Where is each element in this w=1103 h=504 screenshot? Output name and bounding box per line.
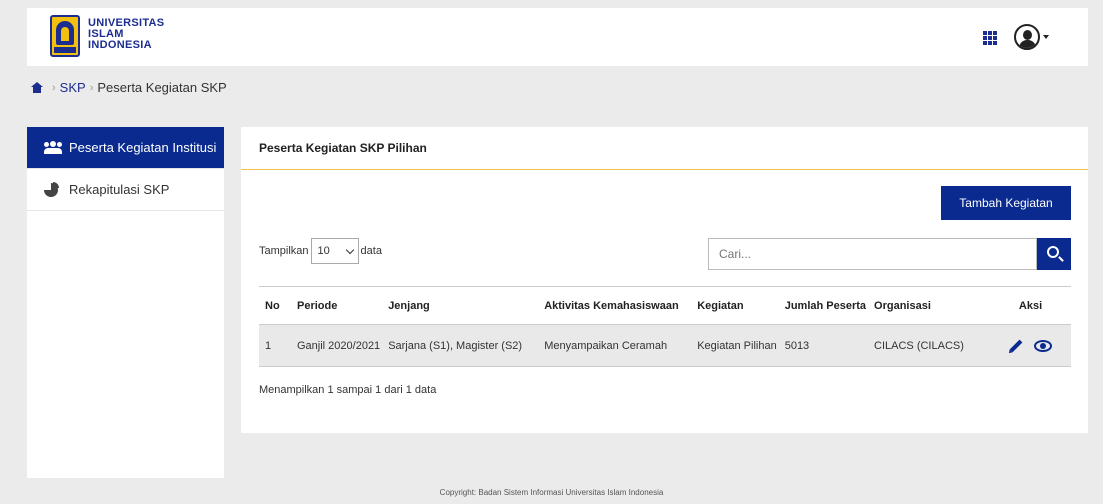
page-length-prefix: Tampilkan — [259, 245, 309, 257]
cell-aksi — [990, 324, 1071, 367]
cell-periode: Ganjil 2020/2021 — [293, 324, 385, 367]
panel-title: Peserta Kegiatan SKP Pilihan — [241, 127, 1088, 170]
footer-copyright: Copyright: Badan Sistem Informasi Univer… — [439, 488, 664, 497]
top-header: UNIVERSITAS ISLAM INDONESIA — [27, 8, 1088, 66]
column-header-kegiatan[interactable]: Kegiatan — [693, 286, 781, 325]
column-header-aksi: Aksi — [990, 286, 1071, 325]
breadcrumb-separator: › — [89, 81, 94, 94]
page-length-control: Tampilkan 10 data — [259, 238, 382, 264]
university-emblem-icon — [50, 15, 80, 57]
university-logo[interactable]: UNIVERSITAS ISLAM INDONESIA — [50, 15, 164, 57]
caret-down-icon — [1043, 35, 1049, 39]
column-header-no[interactable]: No — [259, 286, 293, 325]
user-avatar-icon — [1014, 24, 1040, 50]
sidebar-item-rekapitulasi-skp[interactable]: Rekapitulasi SKP — [27, 169, 224, 211]
cell-kegiatan: Kegiatan Pilihan — [693, 324, 781, 367]
logo-text: UNIVERSITAS ISLAM INDONESIA — [88, 15, 164, 51]
column-header-aktivitas[interactable]: Aktivitas Kemahasiswaan — [540, 286, 694, 325]
cell-no: 1 — [259, 324, 293, 367]
sidebar-item-label: Rekapitulasi SKP — [69, 182, 170, 197]
page-length-select[interactable]: 10 — [310, 238, 359, 264]
cell-jenjang: Sarjana (S1), Magister (S2) — [384, 324, 541, 367]
edit-pencil-icon[interactable] — [1009, 339, 1023, 352]
column-header-jumlah-peserta[interactable]: Jumlah Peserta — [780, 286, 871, 325]
main-panel: Peserta Kegiatan SKP Pilihan Tambah Kegi… — [241, 127, 1088, 433]
breadcrumb-current: Peserta Kegiatan SKP — [97, 80, 227, 95]
sidebar: Peserta Kegiatan Institusi Rekapitulasi … — [27, 127, 224, 478]
pie-chart-icon — [44, 181, 59, 197]
table-header-row: No Periode Jenjang Aktivitas Kemahasiswa… — [259, 286, 1071, 325]
sidebar-item-peserta-kegiatan-institusi[interactable]: Peserta Kegiatan Institusi — [27, 127, 224, 169]
user-menu-dropdown[interactable] — [1014, 24, 1049, 50]
table-info: Menampilkan 1 sampai 1 dari 1 data — [259, 384, 437, 396]
chevron-down-icon — [345, 245, 354, 254]
sidebar-item-label: Peserta Kegiatan Institusi — [69, 140, 217, 155]
participants-table: No Periode Jenjang Aktivitas Kemahasiswa… — [259, 286, 1071, 367]
cell-jumlah-peserta: 5013 — [780, 324, 871, 367]
logo-line-3: INDONESIA — [88, 39, 152, 51]
page-length-suffix: data — [360, 245, 382, 257]
add-activity-button[interactable]: Tambah Kegiatan — [941, 186, 1071, 220]
home-icon[interactable] — [31, 82, 43, 93]
users-icon — [44, 140, 62, 155]
cell-organisasi: CILACS (CILACS) — [870, 324, 991, 367]
apps-grid-icon[interactable] — [983, 31, 997, 45]
breadcrumb: › SKP › Peserta Kegiatan SKP — [31, 80, 227, 95]
table-row: 1 Ganjil 2020/2021 Sarjana (S1), Magiste… — [259, 324, 1071, 367]
search-icon — [1047, 246, 1059, 258]
column-header-organisasi[interactable]: Organisasi — [870, 286, 991, 325]
page-length-value: 10 — [317, 245, 330, 257]
search-input[interactable] — [708, 238, 1037, 270]
view-eye-icon[interactable] — [1034, 339, 1053, 352]
breadcrumb-separator: › — [52, 81, 56, 94]
column-header-jenjang[interactable]: Jenjang — [384, 286, 541, 325]
column-header-periode[interactable]: Periode — [293, 286, 385, 325]
search-button[interactable] — [1037, 238, 1071, 270]
cell-aktivitas: Menyampaikan Ceramah — [540, 324, 694, 367]
breadcrumb-link-skp[interactable]: SKP — [60, 80, 86, 95]
